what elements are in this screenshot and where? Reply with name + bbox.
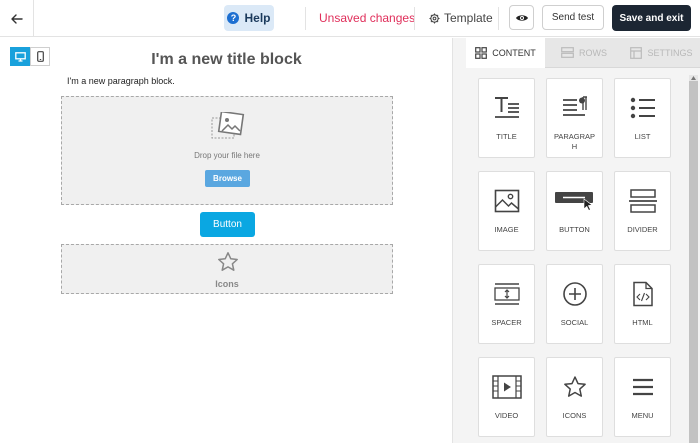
image-placeholder-icon: [211, 112, 245, 139]
scrollbar-thumb[interactable]: [689, 81, 698, 443]
tab-content-label: CONTENT: [492, 48, 536, 58]
button-block[interactable]: Button: [200, 212, 255, 237]
tile-menu[interactable]: MENU: [614, 357, 671, 437]
drop-file-text: Drop your file here: [194, 151, 260, 160]
tab-rows[interactable]: ROWS: [545, 38, 623, 68]
panel-tabs: CONTENT ROWS SETTINGS: [466, 38, 700, 68]
tab-content[interactable]: CONTENT: [466, 38, 545, 68]
tile-image[interactable]: IMAGE: [478, 171, 535, 251]
content-panel: CONTENT ROWS SETTINGS TITLE PARAGRAPH LI…: [466, 38, 700, 443]
help-label: Help: [244, 11, 271, 25]
title-icon: [494, 97, 519, 118]
tile-label: TITLE: [496, 132, 517, 141]
gear-icon: [429, 12, 440, 24]
image-icon: [494, 189, 519, 213]
icons-label: Icons: [215, 279, 239, 289]
help-button[interactable]: ? Help: [224, 5, 274, 31]
image-block[interactable]: Drop your file here Browse: [61, 96, 393, 205]
tab-settings[interactable]: SETTINGS: [623, 38, 700, 68]
tab-rows-label: ROWS: [579, 47, 607, 58]
tile-social[interactable]: SOCIAL: [546, 264, 603, 344]
menu-icon: [632, 378, 653, 396]
help-icon: ?: [227, 12, 240, 24]
star-icon: [563, 376, 586, 397]
video-icon: [491, 375, 522, 399]
tile-label: SPACER: [491, 318, 522, 327]
back-button[interactable]: [0, 0, 34, 37]
eye-icon: [515, 14, 528, 21]
desktop-view-button[interactable]: [10, 47, 30, 66]
tile-label: VIDEO: [494, 411, 519, 420]
email-canvas: I'm a new title block I'm a new paragrap…: [0, 38, 452, 443]
settings-icon: [630, 46, 643, 59]
divider-icon: [628, 189, 657, 213]
paragraph-icon: [562, 96, 587, 116]
arrow-left-icon: [10, 13, 23, 24]
title-block[interactable]: I'm a new title block: [60, 51, 393, 69]
social-icon: [562, 282, 587, 306]
mobile-view-button[interactable]: [30, 47, 50, 66]
tile-label: MENU: [631, 411, 654, 420]
rows-icon: [561, 47, 574, 58]
list-icon: [630, 97, 655, 119]
tile-spacer[interactable]: SPACER: [478, 264, 535, 344]
tile-title[interactable]: TITLE: [478, 78, 535, 158]
tile-label: LIST: [634, 132, 651, 141]
browse-button[interactable]: Browse: [205, 170, 250, 187]
send-test-button[interactable]: Send test: [542, 5, 604, 30]
spacer-icon: [493, 283, 520, 305]
tile-html[interactable]: HTML: [614, 264, 671, 344]
tile-label: SOCIAL: [560, 318, 589, 327]
save-and-exit-button[interactable]: Save and exit: [612, 5, 691, 31]
template-button[interactable]: Template: [429, 11, 493, 25]
tile-label: DIVIDER: [627, 225, 658, 234]
tile-button[interactable]: BUTTON: [546, 171, 603, 251]
tile-label: BUTTON: [559, 225, 590, 234]
topbar-separator: [498, 7, 499, 30]
top-bar: ? Help Unsaved changes Template Send tes…: [0, 0, 700, 37]
tile-icons[interactable]: ICONS: [546, 357, 603, 437]
template-label: Template: [444, 11, 493, 25]
paragraph-block[interactable]: I'm a new paragraph block.: [67, 76, 175, 86]
preview-button[interactable]: [509, 5, 534, 30]
panel-divider[interactable]: [452, 38, 466, 443]
device-toggle: [10, 47, 50, 66]
topbar-separator: [414, 7, 415, 30]
tile-video[interactable]: VIDEO: [478, 357, 535, 437]
icons-block[interactable]: Icons: [61, 244, 393, 294]
grid-icon: [475, 47, 488, 59]
unsaved-changes-indicator: Unsaved changes: [319, 11, 416, 25]
mobile-icon: [36, 51, 44, 62]
tile-label: ICONS: [562, 411, 587, 420]
star-icon: [218, 252, 238, 271]
tab-settings-label: SETTINGS: [647, 47, 693, 58]
tile-divider[interactable]: DIVIDER: [614, 171, 671, 251]
html-icon: [632, 281, 653, 307]
tile-label: PARAGRAPH: [553, 132, 596, 151]
panel-scrollbar[interactable]: [689, 75, 698, 443]
button-icon: [554, 192, 593, 211]
tile-list[interactable]: LIST: [614, 78, 671, 158]
tile-label: IMAGE: [494, 225, 519, 234]
tile-label: HTML: [632, 318, 653, 327]
topbar-separator: [305, 7, 306, 30]
tile-paragraph[interactable]: PARAGRAPH: [546, 78, 603, 158]
desktop-icon: [14, 51, 26, 62]
